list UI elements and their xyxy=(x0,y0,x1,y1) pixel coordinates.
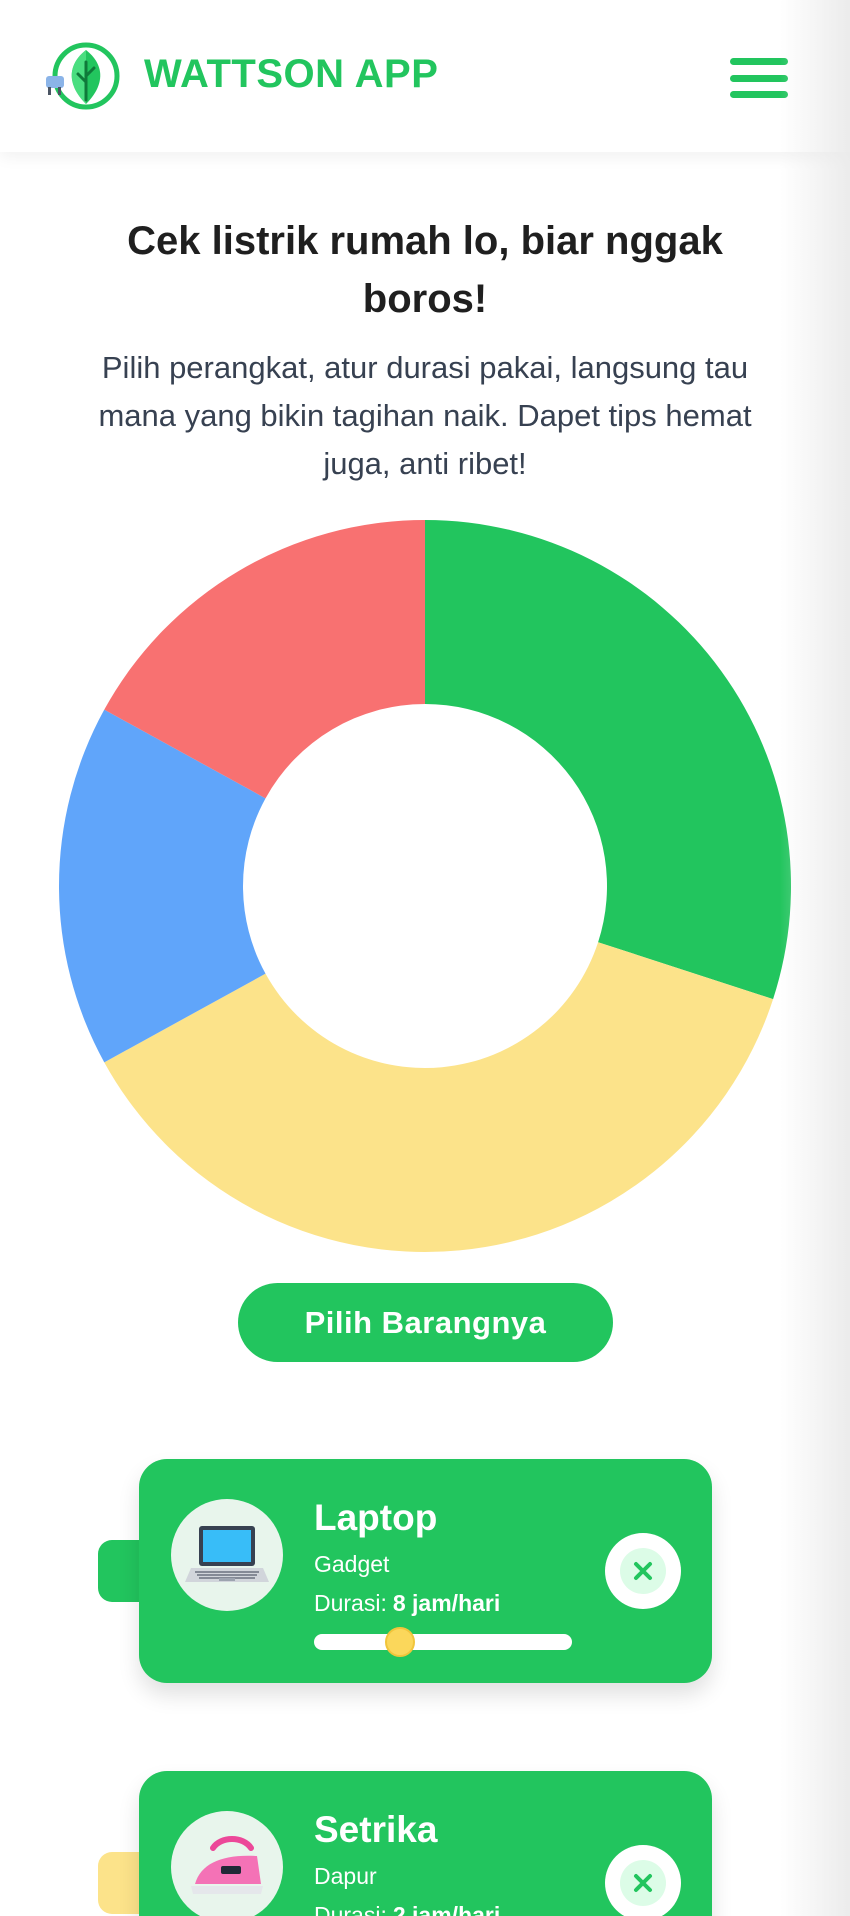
donut-slice-0[interactable] xyxy=(425,520,791,1000)
close-icon xyxy=(620,1548,666,1594)
duration-label: Durasi: xyxy=(314,1902,387,1916)
usage-donut-chart xyxy=(58,520,791,1252)
device-name: Setrika xyxy=(314,1809,438,1850)
close-icon xyxy=(620,1860,666,1906)
device-category: Dapur xyxy=(314,1863,377,1889)
menu-bar xyxy=(730,74,788,82)
leaf-plug-logo-icon[interactable] xyxy=(44,40,124,112)
duration-value: 8 jam/hari xyxy=(392,1590,501,1616)
app-header: WATTSON APP xyxy=(0,0,850,152)
remove-device-button[interactable] xyxy=(605,1845,681,1916)
brand-title[interactable]: WATTSON APP xyxy=(144,52,438,97)
page-subtext: Pilih perangkat, atur durasi pakai, lang… xyxy=(98,350,752,481)
duration-value: 2 jam/hari xyxy=(392,1902,501,1916)
slider-thumb[interactable] xyxy=(385,1627,415,1657)
device-duration: Durasi: 2 jam/hari xyxy=(314,1902,500,1916)
menu-bar xyxy=(730,91,788,98)
menu-bar xyxy=(730,58,788,65)
iron-icon xyxy=(171,1811,283,1916)
device-card-setrika: Setrika Dapur Durasi: 2 jam/hari xyxy=(139,1771,712,1916)
page-headline: Cek listrik rumah lo, biar nggak boros! xyxy=(127,219,723,321)
duration-slider[interactable] xyxy=(314,1627,572,1657)
pick-device-button[interactable]: Pilih Barangnya xyxy=(238,1283,613,1362)
device-category: Gadget xyxy=(314,1551,390,1577)
device-name: Laptop xyxy=(314,1497,438,1538)
duration-label: Durasi: xyxy=(314,1590,387,1616)
device-duration: Durasi: 8 jam/hari xyxy=(314,1590,500,1617)
device-card-laptop: Laptop Gadget Durasi: 8 jam/hari xyxy=(139,1459,712,1683)
remove-device-button[interactable] xyxy=(605,1533,681,1609)
laptop-icon xyxy=(171,1499,283,1611)
hamburger-menu-icon[interactable] xyxy=(730,58,788,98)
